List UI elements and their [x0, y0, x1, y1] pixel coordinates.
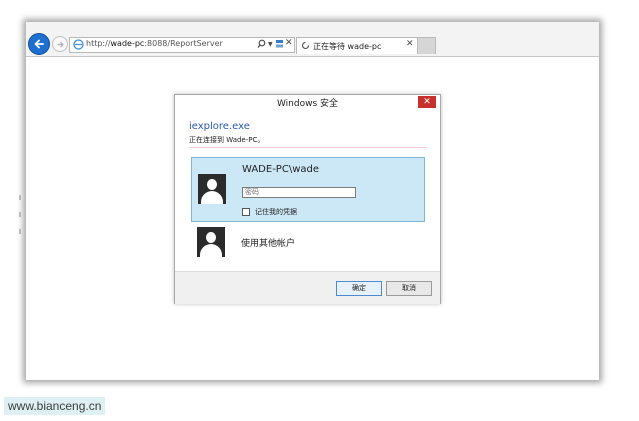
divider: [189, 147, 427, 148]
compatibility-view-icon[interactable]: [275, 39, 284, 49]
scroll-marks: [19, 195, 22, 255]
url-prefix: http://: [86, 39, 111, 48]
ok-button[interactable]: 确定: [336, 281, 382, 296]
ie-page-icon: [73, 39, 84, 50]
windows-security-dialog: Windows 安全 ✕ iexplore.exe 正在连接到 Wade-PC。…: [174, 94, 441, 304]
browser-toolbar: http://wade-pc:8088/ReportServer ▼ ✕ 正在等…: [26, 22, 599, 57]
new-tab-button[interactable]: [417, 37, 436, 54]
chevron-down-icon[interactable]: ▼: [268, 41, 273, 48]
tab-active[interactable]: 正在等待 wade-pc ✕: [296, 37, 419, 54]
user-avatar-icon: [197, 227, 225, 257]
password-input[interactable]: [242, 187, 356, 198]
other-account-label: 使用其他帐户: [241, 239, 296, 249]
arrow-right-icon: [57, 41, 64, 47]
credential-user-name: WADE-PC\wade: [242, 164, 319, 175]
dialog-title: Windows 安全: [175, 95, 440, 113]
remember-label: 记住我的凭据: [255, 208, 297, 216]
tab-title: 正在等待 wade-pc: [313, 42, 382, 51]
url-text[interactable]: http://wade-pc:8088/ReportServer: [86, 39, 223, 48]
cancel-button[interactable]: 取消: [386, 281, 432, 296]
url-host: wade-pc: [110, 39, 145, 48]
user-avatar-icon: [198, 174, 226, 204]
app-name: iexplore.exe: [189, 121, 250, 132]
loading-icon: [301, 41, 310, 50]
close-icon[interactable]: ✕: [418, 96, 436, 108]
arrow-left-icon: [34, 39, 44, 49]
credential-tile-selected[interactable]: WADE-PC\wade 记住我的凭据: [191, 157, 425, 222]
site-watermark: www.bianceng.cn: [4, 397, 106, 415]
url-rest: :8088/ReportServer: [144, 39, 223, 48]
credential-tile-other-account[interactable]: 使用其他帐户: [191, 225, 423, 259]
address-bar[interactable]: http://wade-pc:8088/ReportServer ▼ ✕: [69, 37, 295, 53]
remember-credentials-checkbox[interactable]: 记住我的凭据: [242, 207, 297, 217]
tab-close-icon[interactable]: ✕: [406, 39, 414, 49]
stop-icon[interactable]: ✕: [285, 38, 293, 48]
search-icon[interactable]: [257, 39, 266, 49]
back-button[interactable]: [28, 33, 50, 55]
connecting-text: 正在连接到 Wade-PC。: [189, 136, 265, 144]
checkbox-icon[interactable]: [242, 208, 250, 216]
forward-button[interactable]: [52, 36, 68, 52]
dialog-footer: 确定 取消: [175, 271, 440, 304]
